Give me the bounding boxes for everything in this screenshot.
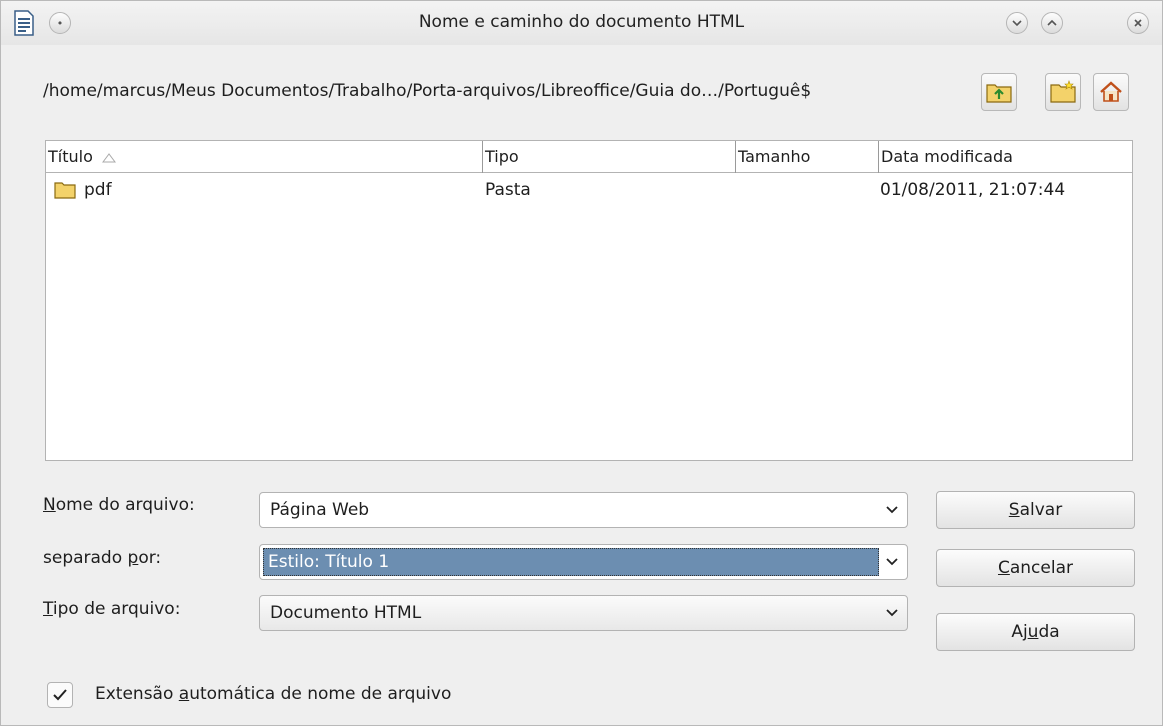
filename-combo[interactable]: Página Web — [259, 492, 908, 528]
maximize-button[interactable] — [1041, 12, 1063, 34]
new-folder-icon — [1050, 80, 1076, 103]
home-icon — [1100, 81, 1122, 102]
filename-label: Nome do arquivo: — [43, 495, 195, 515]
folder-up-button[interactable] — [981, 73, 1017, 111]
cancel-button[interactable]: Cancelar — [936, 549, 1135, 587]
window-title: Nome e caminho do documento HTML — [418, 12, 745, 32]
list-header: Título Tipo Tamanho Data modificada — [46, 141, 1132, 173]
column-header-type[interactable]: Tipo — [483, 141, 736, 173]
separated-by-value: Estilo: Título 1 — [268, 552, 390, 572]
close-icon — [1134, 19, 1142, 27]
folder-up-icon — [986, 84, 1012, 103]
column-header-size[interactable]: Tamanho — [736, 141, 879, 173]
chevron-down-icon — [886, 609, 898, 617]
separated-by-dropdown-button[interactable] — [883, 545, 901, 579]
title-bar[interactable]: • Nome e caminho do documento HTML — [1, 1, 1162, 45]
checkmark-icon — [53, 689, 67, 701]
filetype-combo[interactable]: Documento HTML — [259, 595, 908, 631]
filetype-dropdown-button[interactable] — [883, 596, 901, 630]
help-button[interactable]: Ajuda — [936, 613, 1135, 651]
column-header-modified[interactable]: Data modificada — [879, 141, 1133, 173]
filetype-label: Tipo de arquivo: — [43, 599, 181, 619]
current-path: /home/marcus/Meus Documentos/Trabalho/Po… — [43, 81, 812, 101]
filename-dropdown-button[interactable] — [883, 493, 901, 527]
file-name: pdf — [84, 180, 112, 200]
folder-icon — [54, 182, 76, 199]
home-button[interactable] — [1093, 73, 1129, 111]
minimize-button[interactable] — [1006, 12, 1028, 34]
save-dialog: • Nome e caminho do documento HTML /home… — [0, 0, 1163, 726]
chevron-down-icon — [1012, 20, 1022, 27]
filename-value: Página Web — [270, 500, 370, 520]
new-folder-button[interactable] — [1045, 73, 1081, 111]
file-type: Pasta — [485, 180, 531, 200]
chevron-down-icon — [886, 558, 898, 566]
table-row[interactable]: pdf Pasta 01/08/2011, 21:07:44 — [46, 175, 1132, 205]
separated-by-combo[interactable]: Estilo: Título 1 — [259, 544, 908, 580]
chevron-up-icon — [1047, 19, 1057, 26]
column-header-title[interactable]: Título — [46, 141, 483, 173]
chevron-down-icon — [886, 506, 898, 514]
sort-ascending-icon — [101, 152, 116, 162]
auto-extension-checkbox[interactable] — [47, 682, 73, 708]
auto-extension-label[interactable]: Extensão automática de nome de arquivo — [95, 684, 451, 704]
save-button[interactable]: Salvar — [936, 491, 1135, 529]
separated-by-label: separado por: — [43, 548, 162, 568]
close-button[interactable] — [1127, 12, 1149, 34]
filetype-value: Documento HTML — [270, 603, 422, 623]
file-modified: 01/08/2011, 21:07:44 — [880, 180, 1066, 200]
file-list[interactable]: Título Tipo Tamanho Data modificada pdf … — [45, 140, 1133, 461]
